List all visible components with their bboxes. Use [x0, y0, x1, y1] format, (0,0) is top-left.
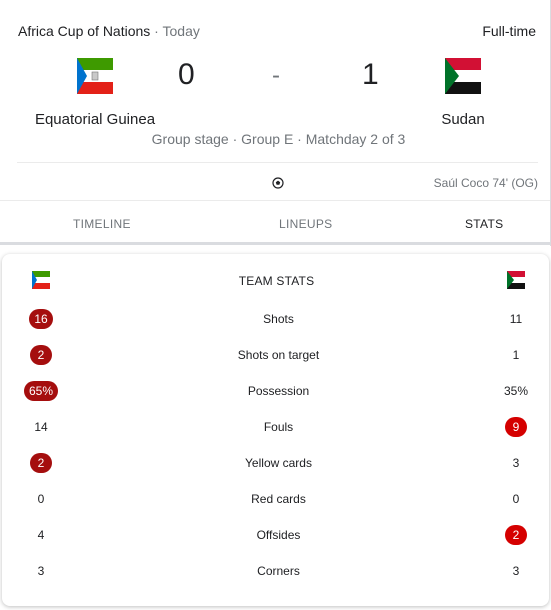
tab-timeline[interactable]: TIMELINE [73, 217, 131, 231]
match-date: Today [162, 23, 200, 39]
stat-row: 2 Shots on target 1 [0, 339, 551, 375]
stat-row: 4 Offsides 2 [0, 519, 551, 555]
stat-label: Shots [263, 312, 294, 326]
tab-lineups[interactable]: LINEUPS [279, 217, 332, 231]
score-dash: - [272, 62, 280, 89]
stat-row: 14 Fouls 9 [0, 411, 551, 447]
stat-row: 0 Red cards 0 [0, 483, 551, 519]
competition-name[interactable]: Africa Cup of Nations [18, 23, 150, 39]
match-card: Africa Cup of Nations · Today Full-time … [0, 0, 551, 246]
away-stat-value: 3 [512, 456, 520, 470]
stat-label: Shots on target [237, 348, 320, 362]
away-stat-value: 1 [512, 348, 520, 362]
away-team[interactable]: Sudan [383, 58, 543, 128]
away-stat-value: 3 [512, 564, 520, 578]
away-stat-value: 0 [512, 492, 520, 506]
match-header: Africa Cup of Nations · Today [18, 23, 200, 39]
tab-stats[interactable]: STATS [465, 217, 503, 231]
stat-label: Offsides [256, 528, 301, 542]
away-stat-value: 2 [498, 525, 534, 545]
away-stat-value: 9 [498, 417, 534, 437]
match-tabs: TIMELINE LINEUPS STATS [0, 201, 551, 245]
goal-scorer: Saúl Coco 74' (OG) [433, 176, 538, 190]
home-score: 0 [178, 58, 195, 91]
tab-underline [0, 242, 550, 245]
divider [17, 162, 538, 163]
match-status: Full-time [482, 23, 536, 39]
sudan-flag-icon [507, 271, 525, 289]
away-stat-value: 35% [503, 384, 529, 398]
stat-label: Red cards [251, 492, 306, 506]
match-stage: Group stage · Group E · Matchday 2 of 3 [151, 131, 406, 147]
stat-row: 2 Yellow cards 3 [0, 447, 551, 483]
stat-label: Fouls [263, 420, 294, 434]
home-team-name: Equatorial Guinea [34, 111, 156, 128]
sudan-flag-icon [445, 58, 481, 94]
soccer-ball-icon [272, 176, 284, 194]
equatorial-guinea-flag-icon [77, 58, 113, 94]
stat-row: 65% Possession 35% [0, 375, 551, 411]
away-stat-value: 11 [509, 312, 523, 326]
stat-label: Yellow cards [245, 456, 312, 470]
stat-row: 16 Shots 11 [0, 303, 551, 339]
stat-label: Corners [257, 564, 300, 578]
home-team[interactable]: Equatorial Guinea [15, 58, 175, 128]
stats-title: TEAM STATS [238, 274, 315, 288]
header-separator: · [150, 23, 163, 39]
stat-label: Possession [247, 384, 310, 398]
away-team-name: Sudan [441, 111, 485, 128]
stat-row: 3 Corners 3 [0, 555, 551, 591]
away-score: 1 [362, 58, 379, 91]
